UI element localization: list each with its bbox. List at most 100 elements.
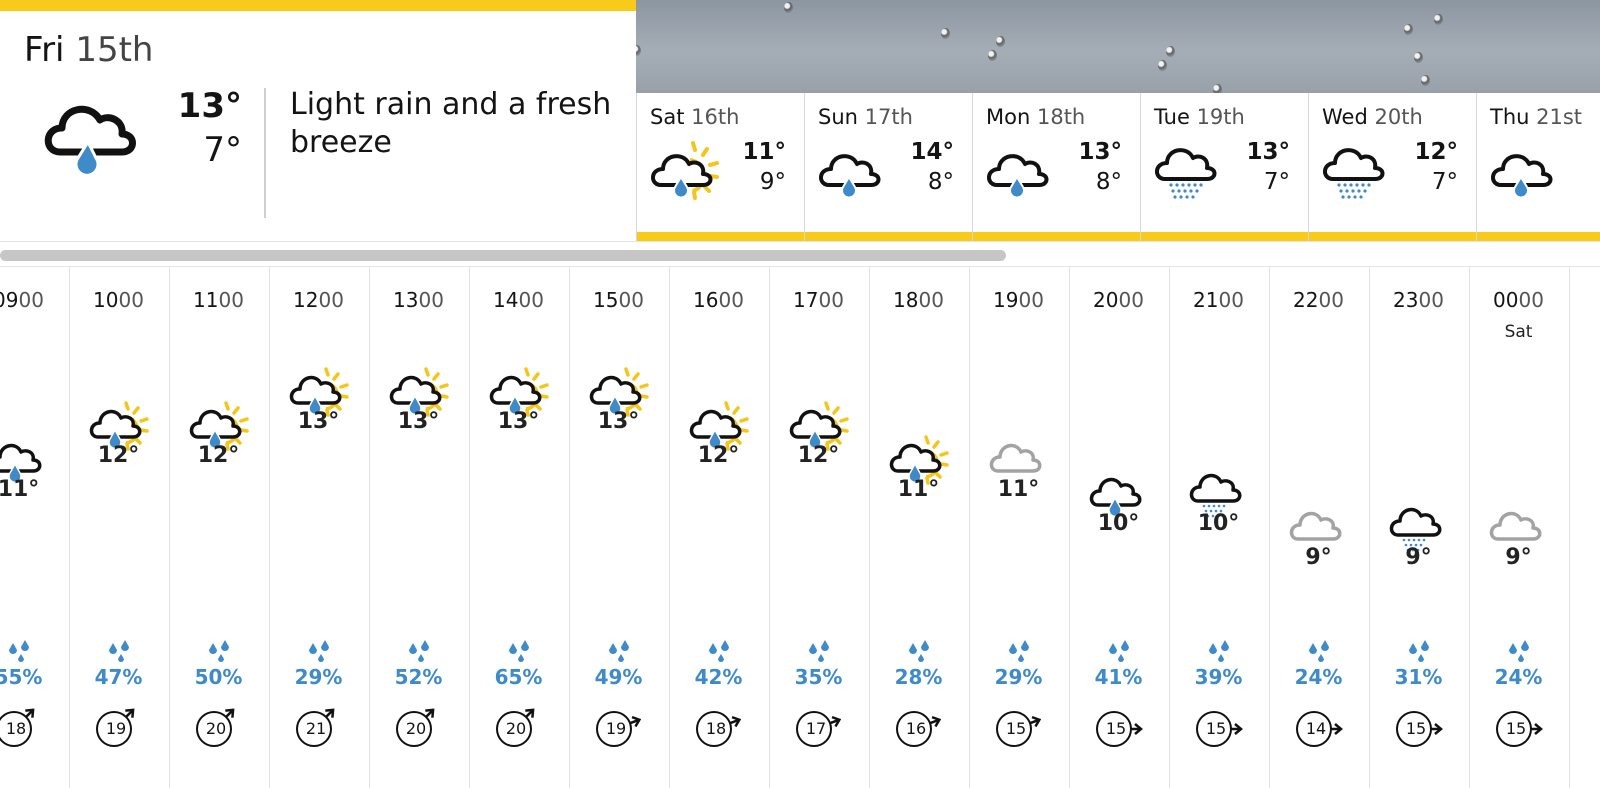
hour-temp: 13° — [597, 409, 640, 434]
hour-label: 0900 — [0, 288, 69, 312]
hour-mm: 00 — [918, 288, 944, 312]
hour-column[interactable]: 1000 12° 47% 19 — [68, 267, 170, 788]
hour-mm: 00 — [318, 288, 344, 312]
day-date: 16th — [691, 105, 740, 129]
hour-mm: 00 — [1218, 288, 1244, 312]
hour-column[interactable]: 2300 9° 31% 15 — [1368, 267, 1470, 788]
day-date: 17th — [864, 105, 913, 129]
day-tab-thu[interactable]: Thu 21st — [1476, 93, 1600, 241]
hour-hh: 13 — [393, 288, 419, 312]
hour-hh: 16 — [693, 288, 719, 312]
day-bar — [1309, 232, 1476, 241]
today-title: Fri 15th — [24, 30, 153, 70]
hour-mm: 00 — [618, 288, 644, 312]
today-high-temp: 13° — [177, 86, 242, 126]
wind-speed: 15 — [1205, 719, 1227, 738]
today-date: 15th — [75, 30, 154, 70]
rain-chance: 52% — [394, 665, 443, 689]
weather-photo-banner — [636, 0, 1600, 93]
hour-column[interactable]: 2100 10° 39% 15 — [1168, 267, 1270, 788]
hour-label: 1300 — [368, 288, 469, 312]
day-high-temp: 14° — [910, 139, 954, 165]
hour-temp: 11° — [0, 477, 40, 502]
hour-column[interactable]: 1900 11° 29% 15 — [968, 267, 1070, 788]
hour-hh: 10 — [93, 288, 119, 312]
hour-hh: 19 — [993, 288, 1019, 312]
hour-mm: 00 — [118, 288, 144, 312]
day-low-temp: 7° — [1263, 169, 1290, 195]
next-day-label: Sat — [1504, 322, 1533, 342]
hour-hh: 15 — [593, 288, 619, 312]
drizzle-cloud-icon — [1323, 148, 1385, 199]
day-tab-mon[interactable]: Mon 18th 13° 8° — [972, 93, 1140, 241]
rain-chance: 29% — [994, 665, 1043, 689]
day-tab-tue[interactable]: Tue 19th 13° 7° — [1140, 93, 1308, 241]
hour-label: 2200 — [1268, 288, 1369, 312]
day-tab-sat[interactable]: Sat 16th 11° 9° — [636, 93, 804, 241]
hour-temp: 12° — [797, 443, 840, 468]
light-rain-cloud-icon — [819, 154, 881, 199]
rain-chance: 24% — [1294, 665, 1343, 689]
hour-column[interactable]: 0900 11° 55% 18 — [0, 267, 70, 788]
hour-temp: 13° — [397, 409, 440, 434]
hour-temp: 11° — [897, 477, 940, 502]
light-rain-cloud-icon — [44, 105, 136, 174]
hour-column[interactable]: 1300 13° 52% 20 — [368, 267, 470, 788]
hour-mm: 00 — [1018, 288, 1044, 312]
hour-column[interactable]: 1600 12° 42% 18 — [668, 267, 770, 788]
hour-column[interactable]: 1200 13° 29% 21 — [268, 267, 370, 788]
wind-speed: 20 — [405, 719, 427, 738]
hour-column[interactable]: 1100 12° 50% 20 — [168, 267, 270, 788]
day-tab-sun[interactable]: Sun 17th 14° 8° — [804, 93, 972, 241]
day-name: Sun — [818, 105, 858, 129]
hour-column[interactable]: 1800 11° 28% 16 — [868, 267, 970, 788]
hour-column[interactable]: 1400 13° 65% 20 — [468, 267, 570, 788]
day-name: Wed — [1322, 105, 1368, 129]
hour-column[interactable]: 0000 Sat 9° 24% 15 — [1468, 267, 1570, 788]
hour-label: 1800 — [868, 288, 969, 312]
wind-speed: 19 — [605, 719, 627, 738]
hour-hh: 20 — [1093, 288, 1119, 312]
selected-day-bar — [0, 0, 636, 11]
rain-chance: 42% — [694, 665, 743, 689]
hour-temp: 12° — [197, 443, 240, 468]
day-low-temp: 7° — [1431, 169, 1458, 195]
day-low-temp: 9° — [759, 169, 786, 195]
hour-mm: 00 — [1418, 288, 1444, 312]
wind-speed: 20 — [205, 719, 227, 738]
wind-speed: 20 — [505, 719, 527, 738]
hourly-scrollbar[interactable] — [0, 241, 1600, 266]
hour-column[interactable]: 2000 10° 41% 15 — [1068, 267, 1170, 788]
rain-chance: 39% — [1194, 665, 1243, 689]
day-tab-wed[interactable]: Wed 20th 12° 7° — [1308, 93, 1476, 241]
hour-label: 1400 — [468, 288, 569, 312]
today-day: Fri — [24, 30, 65, 70]
hour-column[interactable]: 2200 9° 24% 14 — [1268, 267, 1370, 788]
hour-mm: 00 — [1518, 288, 1544, 312]
hour-column[interactable]: 1700 12° 35% 17 — [768, 267, 870, 788]
hour-temp: 10° — [1097, 511, 1140, 536]
hour-mm: 00 — [418, 288, 444, 312]
hour-column[interactable]: 1500 13° 49% 19 — [568, 267, 670, 788]
day-high-temp: 12° — [1414, 139, 1458, 165]
hourly-forecast: 090011°55%18100012°47%19110012°50%201200… — [0, 266, 1600, 788]
scrollbar-thumb[interactable] — [0, 250, 1006, 261]
rain-chance-icon — [9, 640, 29, 662]
hour-label: 1000 — [68, 288, 169, 312]
hour-hh: 11 — [193, 288, 219, 312]
wind-speed: 15 — [1505, 719, 1527, 738]
hour-hh: 23 — [1393, 288, 1419, 312]
wind-speed: 19 — [105, 719, 127, 738]
hour-mm: 00 — [218, 288, 244, 312]
hour-mm: 00 — [18, 288, 44, 312]
hour-temp: 12° — [697, 443, 740, 468]
wind-speed: 17 — [805, 719, 827, 738]
day-bar — [637, 232, 804, 241]
hour-label: 1100 — [168, 288, 269, 312]
hour-temp: 12° — [97, 443, 140, 468]
today-summary: Fri 15th 13° 7° Light rain and a fresh b… — [0, 0, 636, 241]
day-high-temp: 13° — [1246, 139, 1290, 165]
day-name: Mon — [986, 105, 1031, 129]
wind-speed: 21 — [305, 719, 327, 738]
wind-speed: 18 — [5, 719, 27, 738]
